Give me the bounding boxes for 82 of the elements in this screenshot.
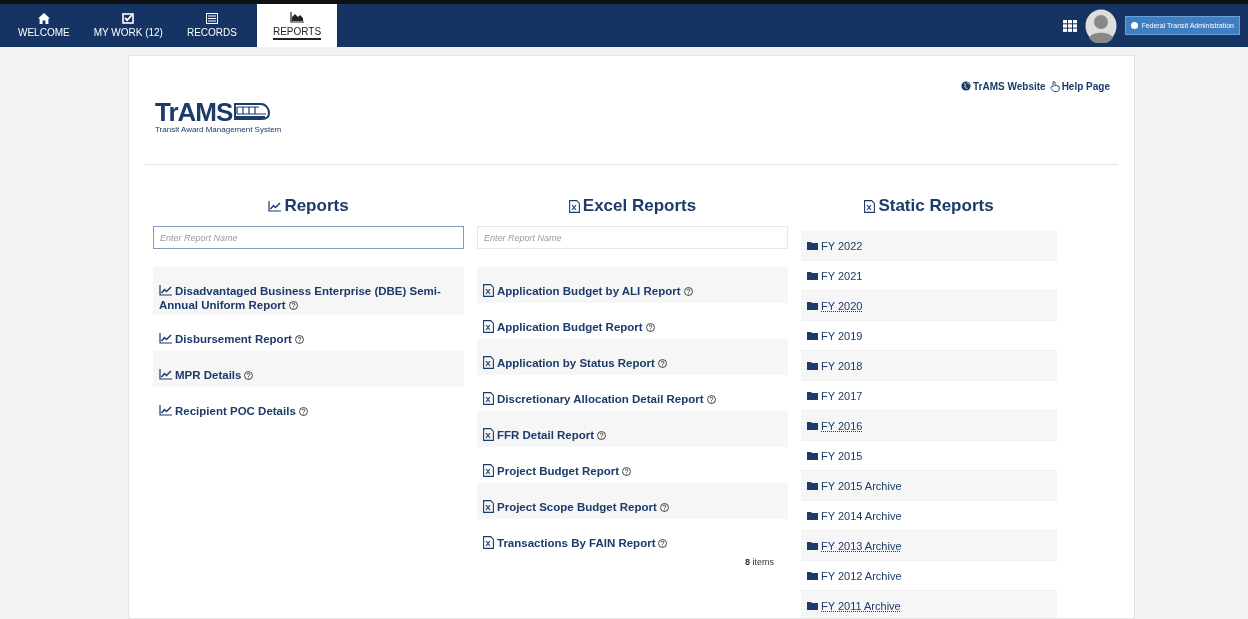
folder-icon [807, 481, 818, 490]
folder-icon [807, 301, 818, 310]
folder-link[interactable]: FY 2012 Archive [821, 569, 902, 582]
line-chart-icon [159, 285, 172, 296]
folder-link[interactable]: FY 2018 [821, 359, 863, 372]
folder-icon [807, 421, 818, 430]
folder-link[interactable]: FY 2011 Archive [821, 599, 901, 612]
folder-icon [807, 361, 818, 370]
nav-tab[interactable]: REPORTS [256, 4, 338, 47]
area-chart-icon [290, 11, 305, 23]
help-icon[interactable] [645, 323, 655, 332]
folder-link[interactable]: FY 2013 Archive [821, 539, 902, 552]
trams-logo: TrAMS Transit Award Management System [155, 100, 283, 136]
website-link[interactable]: TrAMS Website [961, 80, 1046, 92]
excel-file-icon [483, 284, 494, 297]
folder-icon [807, 511, 818, 520]
folder-link[interactable]: FY 2020 [821, 299, 863, 312]
agency-logo-icon [1131, 22, 1139, 29]
excel-file-icon [483, 464, 494, 477]
help-icon[interactable] [622, 467, 632, 476]
section-title: Static Reports [801, 196, 1057, 216]
report-link[interactable]: Disbursement Report [159, 332, 304, 346]
help-icon[interactable] [706, 395, 716, 404]
help-icon[interactable] [244, 371, 254, 380]
hand-pointer-icon [1049, 80, 1060, 92]
help-icon[interactable] [597, 431, 607, 440]
report-link[interactable]: Application Budget Report [483, 320, 655, 334]
excel-file-icon [483, 320, 494, 333]
folder-link[interactable]: FY 2015 [821, 449, 863, 462]
folder-icon [807, 331, 818, 340]
list-icon [205, 13, 218, 24]
line-chart-icon [159, 369, 172, 380]
excel-file-icon [483, 428, 494, 441]
help-icon[interactable] [658, 539, 668, 548]
folder-icon [807, 541, 818, 550]
report-link[interactable]: MPR Details [159, 368, 254, 382]
avatar-icon[interactable] [1085, 8, 1118, 43]
folder-link[interactable]: FY 2021 [821, 269, 863, 282]
folder-icon [807, 601, 818, 610]
line-chart-icon [159, 333, 172, 344]
section-title: Reports [153, 196, 464, 216]
excel-file-icon [568, 200, 580, 213]
nav-tab[interactable]: MY WORK (12) [81, 4, 175, 47]
folder-link[interactable]: FY 2014 Archive [821, 509, 902, 522]
excel-file-icon [483, 392, 494, 405]
excel-file-icon [864, 200, 876, 213]
excel-file-icon [483, 500, 494, 513]
help-icon[interactable] [294, 335, 304, 344]
excel-file-icon [483, 356, 494, 369]
nav-tab[interactable]: RECORDS [174, 4, 249, 47]
report-link[interactable]: Recipient POC Details [159, 404, 308, 418]
report-link[interactable]: FFR Detail Report [483, 428, 607, 442]
help-icon[interactable] [683, 287, 693, 296]
help-icon[interactable] [659, 503, 669, 512]
home-icon [37, 13, 50, 24]
folder-icon [807, 271, 818, 280]
folder-icon [807, 241, 818, 250]
folder-icon [807, 391, 818, 400]
apps-grid-icon[interactable] [1063, 19, 1078, 32]
folder-link[interactable]: FY 2015 Archive [821, 479, 902, 492]
nav-tab[interactable]: WELCOME [6, 4, 82, 47]
report-link[interactable]: Discretionary Allocation Detail Report [483, 392, 716, 406]
section-title: Excel Reports [477, 196, 788, 216]
folder-link[interactable]: FY 2016 [821, 419, 863, 432]
item-count: 8 items [743, 557, 775, 567]
globe-icon [961, 81, 972, 91]
folder-icon [807, 571, 818, 580]
folder-link[interactable]: FY 2022 [821, 239, 863, 252]
line-chart-icon [159, 405, 172, 416]
checkbox-icon [122, 13, 135, 24]
line-chart-icon [268, 201, 282, 212]
help-icon[interactable] [298, 407, 308, 416]
help-icon[interactable] [288, 301, 298, 310]
excel-file-icon [483, 536, 494, 549]
report-link[interactable]: Transactions By FAIN Report [483, 536, 668, 550]
folder-link[interactable]: FY 2017 [821, 389, 863, 402]
report-link[interactable]: Project Budget Report [483, 464, 632, 478]
help-icon[interactable] [657, 359, 667, 368]
search-field[interactable]: Enter Report Name [153, 226, 464, 249]
folder-icon [807, 451, 818, 460]
folder-link[interactable]: FY 2019 [821, 329, 863, 342]
help-link[interactable]: Help Page [1049, 80, 1110, 92]
